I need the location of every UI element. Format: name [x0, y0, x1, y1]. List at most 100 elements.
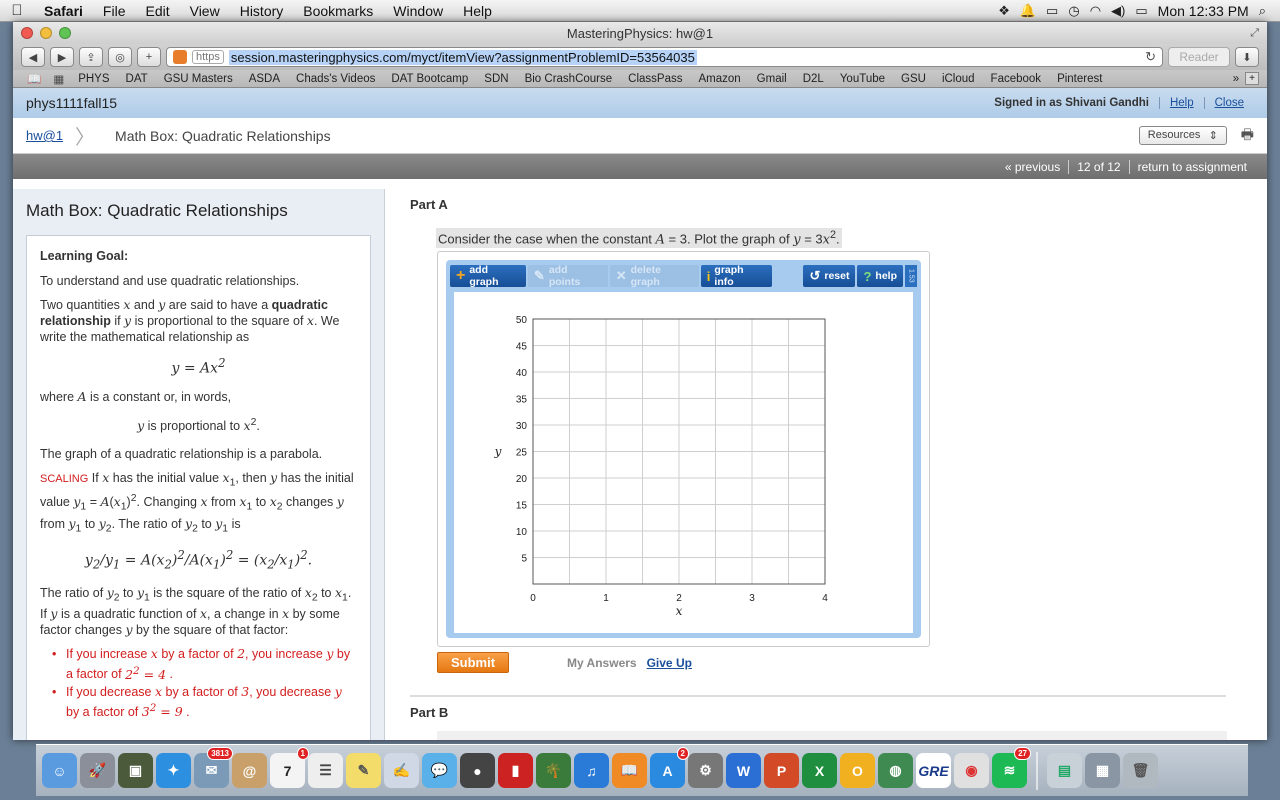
close-window-button[interactable]	[21, 27, 33, 39]
fullscreen-icon[interactable]: ⤢	[1250, 27, 1259, 40]
menubar-clock[interactable]: Mon 12:33 PM	[1158, 3, 1249, 19]
bookmark-item[interactable]: D2L	[795, 73, 832, 85]
reset-button[interactable]: ↺ reset	[803, 265, 856, 287]
finder-icon[interactable]: ☺	[42, 753, 77, 788]
bookmark-item[interactable]: DAT	[118, 73, 156, 85]
bookmark-item[interactable]: YouTube	[832, 73, 893, 85]
notification-bell-icon[interactable]: 🔔	[1020, 3, 1036, 19]
more-bookmarks-icon[interactable]: »	[1233, 73, 1245, 85]
bookmark-item[interactable]: Amazon	[690, 73, 748, 85]
itunes-icon[interactable]: ♫	[574, 753, 609, 788]
previous-link[interactable]: « previous	[997, 160, 1068, 174]
apple-menu-icon[interactable]: 	[0, 2, 34, 19]
zoom-window-button[interactable]	[59, 27, 71, 39]
graph-help-button[interactable]: ? help	[857, 265, 904, 287]
back-button[interactable]: ◀	[21, 47, 45, 67]
menu-history[interactable]: History	[230, 3, 294, 19]
battery-icon[interactable]: ▭	[1135, 3, 1147, 19]
network-globe-icon[interactable]: ◍	[878, 753, 913, 788]
documents-stack-icon[interactable]: ▦	[1085, 753, 1120, 788]
help-link[interactable]: Help	[1158, 97, 1204, 109]
menu-help[interactable]: Help	[453, 3, 502, 19]
gre-app-icon[interactable]: GRE	[916, 753, 951, 788]
bookmark-item[interactable]: Pinterest	[1049, 73, 1110, 85]
bookmark-item[interactable]: Gmail	[749, 73, 795, 85]
airplay-icon[interactable]: ▭	[1046, 3, 1058, 19]
notes-icon[interactable]: ✎	[346, 753, 381, 788]
spotify-icon[interactable]: ≋ 27	[992, 747, 1031, 788]
history-button[interactable]: ◎	[108, 47, 132, 67]
bookmark-item[interactable]: Facebook	[983, 73, 1050, 85]
launchpad-icon[interactable]: 🚀	[80, 753, 115, 788]
url-text[interactable]: session.masteringphysics.com/myct/itemVi…	[228, 49, 697, 65]
menu-view[interactable]: View	[180, 3, 230, 19]
chrome-icon[interactable]: ◉	[954, 753, 989, 788]
messages-icon[interactable]: 💬	[422, 753, 457, 788]
spotlight-search-icon[interactable]: ⌕	[1259, 3, 1266, 19]
powerpoint-icon[interactable]: P	[764, 753, 799, 788]
close-link[interactable]: Close	[1203, 97, 1254, 109]
contacts-icon[interactable]: @	[232, 753, 267, 788]
graph-plot-area[interactable]: 0 1 2 3 4 5 10 15 20 25 30 35 40 45 50 x y	[454, 292, 913, 633]
reader-button[interactable]: Reader	[1168, 47, 1230, 67]
bookmark-item[interactable]: iCloud	[934, 73, 983, 85]
photobooth-icon[interactable]: ▮	[498, 753, 533, 788]
address-bar[interactable]: https session.masteringphysics.com/myct/…	[166, 47, 1163, 67]
bookmark-item[interactable]: DAT Bootcamp	[383, 73, 476, 85]
top-sites-icon[interactable]: ▦	[47, 72, 70, 86]
downloads-button[interactable]: ⬇	[1235, 47, 1259, 67]
system-preferences-icon[interactable]: ⚙	[688, 753, 723, 788]
word-icon[interactable]: W	[726, 753, 761, 788]
new-tab-button[interactable]: +	[137, 47, 161, 67]
safari-icon[interactable]: ✦	[156, 753, 191, 788]
mail-icon[interactable]: ✉ 3813	[194, 747, 233, 788]
delete-graph-button[interactable]: ✕ delete graph	[609, 264, 699, 288]
time-machine-icon[interactable]: ◷	[1068, 3, 1079, 19]
give-up-link[interactable]: Give Up	[647, 656, 692, 670]
bookmark-item[interactable]: GSU	[893, 73, 934, 85]
downloads-stack-icon[interactable]: ▤	[1047, 753, 1082, 788]
bookmark-item[interactable]: PHYS	[70, 73, 117, 85]
print-icon[interactable]: 🖶	[1241, 124, 1254, 148]
menu-edit[interactable]: Edit	[135, 3, 179, 19]
resources-dropdown[interactable]: Resources ⇕	[1138, 126, 1227, 145]
menu-app-name[interactable]: Safari	[34, 3, 93, 19]
volume-icon[interactable]: ◀)	[1111, 3, 1125, 19]
bookmark-item[interactable]: ClassPass	[620, 73, 690, 85]
reload-icon[interactable]: ↻	[1145, 49, 1156, 65]
menu-bookmarks[interactable]: Bookmarks	[293, 3, 383, 19]
bookmark-item[interactable]: Chads's Videos	[288, 73, 383, 85]
menu-window[interactable]: Window	[383, 3, 453, 19]
textedit-icon[interactable]: ✍	[384, 753, 419, 788]
reminders-icon[interactable]: ☰	[308, 753, 343, 788]
submit-button[interactable]: Submit	[437, 652, 509, 673]
breadcrumb-assignment-link[interactable]: hw@1	[26, 128, 63, 143]
bookmark-item[interactable]: SDN	[476, 73, 516, 85]
forward-button[interactable]: ▶	[50, 47, 74, 67]
share-button[interactable]: ⇪	[79, 47, 103, 67]
my-answers-label[interactable]: My Answers	[567, 656, 637, 670]
add-graph-button[interactable]: + add graph	[450, 264, 526, 288]
minimize-window-button[interactable]	[40, 27, 52, 39]
graph-info-button[interactable]: i graph info	[700, 264, 772, 288]
onenote-icon[interactable]: O	[840, 753, 875, 788]
bookmark-item[interactable]: GSU Masters	[156, 73, 241, 85]
menu-file[interactable]: File	[93, 3, 136, 19]
graph-canvas[interactable]: 0 1 2 3 45101520253035404550xy	[454, 292, 913, 633]
app-store-icon[interactable]: A2	[650, 747, 689, 788]
wifi-icon[interactable]: ◠	[1090, 3, 1101, 19]
calendar-icon[interactable]: 71	[270, 747, 309, 788]
ibooks-icon[interactable]: 📖	[612, 753, 647, 788]
add-bookmark-button[interactable]: +	[1245, 72, 1259, 85]
excel-icon[interactable]: X	[802, 753, 837, 788]
bookmark-item[interactable]: Bio CrashCourse	[517, 73, 621, 85]
reading-list-icon[interactable]: 📖	[21, 72, 47, 86]
dropbox-icon[interactable]: ❖	[998, 3, 1010, 19]
bookmark-item[interactable]: ASDA	[241, 73, 288, 85]
add-points-button[interactable]: ✎ add points	[527, 264, 608, 288]
preview-icon[interactable]: ▣	[118, 753, 153, 788]
iphoto-icon[interactable]: 🌴	[536, 753, 571, 788]
trash-icon[interactable]: 🗑	[1123, 753, 1158, 788]
facetime-icon[interactable]: ●	[460, 753, 495, 788]
return-to-assignment-link[interactable]: return to assignment	[1130, 160, 1255, 174]
